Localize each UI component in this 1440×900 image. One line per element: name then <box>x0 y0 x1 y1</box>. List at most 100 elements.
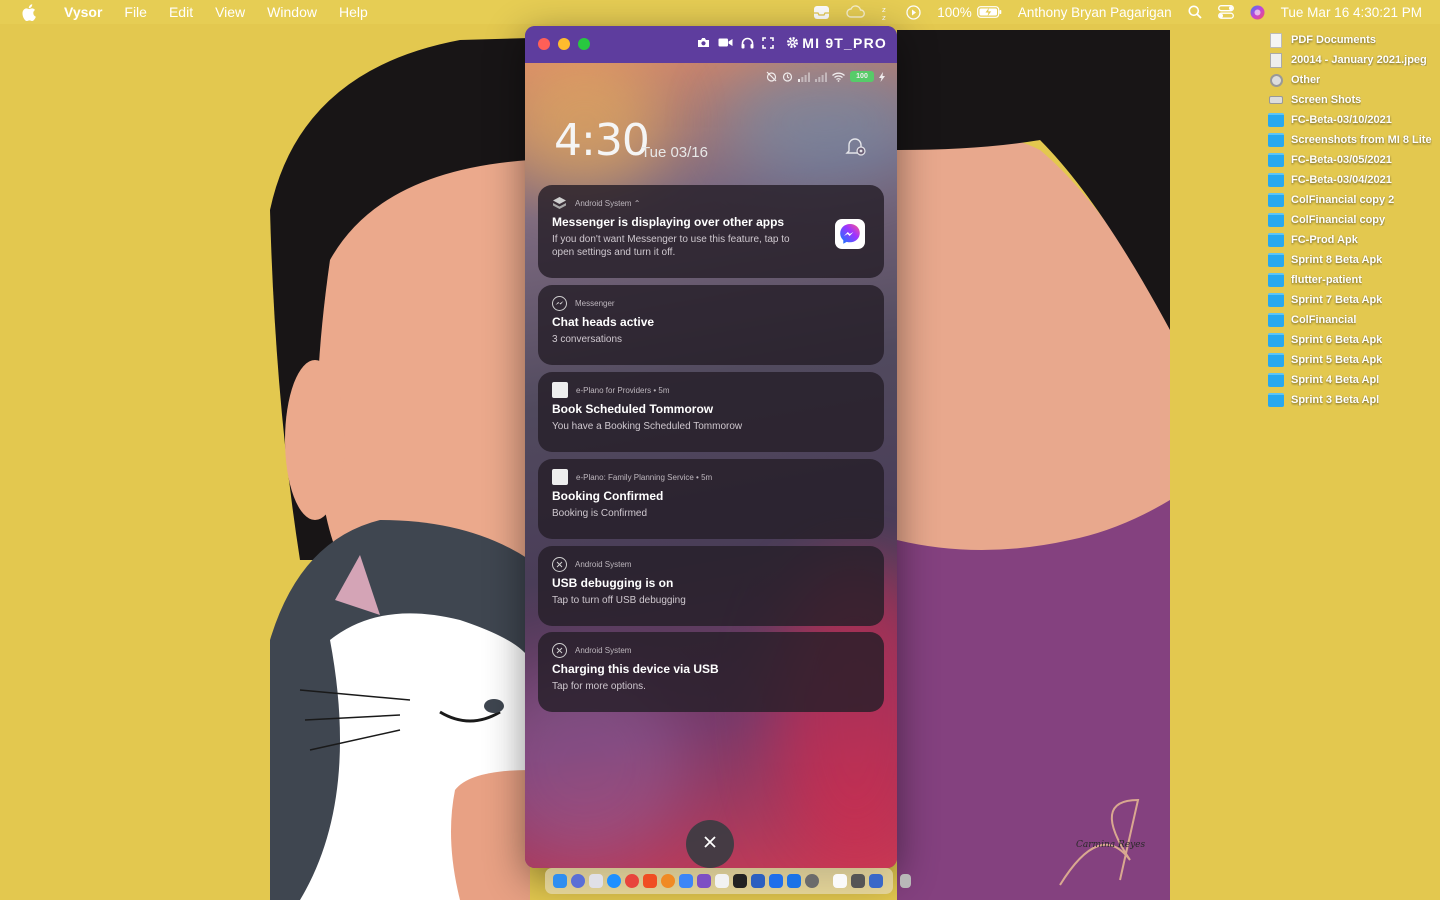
desktop-folder[interactable]: Sprint 6 Beta Apk <box>1268 330 1440 350</box>
menubar: Vysor File Edit View Window Help zz 100%… <box>0 0 1440 24</box>
desktop-item-pdf-documents[interactable]: PDF Documents <box>1268 30 1440 50</box>
folder-icon <box>1268 153 1284 167</box>
notification-card[interactable]: e-Plano: Family Planning Service • 5m Bo… <box>538 459 884 539</box>
dock-teams-icon[interactable] <box>787 874 801 888</box>
notification-title: Book Scheduled Tommorow <box>552 402 714 416</box>
lockscreen-date: Tue 03/16 <box>641 144 708 161</box>
notification-card[interactable]: Messenger Chat heads active 3 conversati… <box>538 285 884 365</box>
dock-viber-icon[interactable] <box>697 874 711 888</box>
desktop-folder[interactable]: Sprint 8 Beta Apk <box>1268 250 1440 270</box>
folder-icon <box>1268 133 1284 147</box>
desktop-icons: PDF Documents 20014 - January 2021.jpeg … <box>1268 30 1440 410</box>
battery-percent: 100% <box>937 4 972 20</box>
desktop-folder[interactable]: ColFinancial copy <box>1268 210 1440 230</box>
dock-downloads-icon[interactable] <box>869 874 883 888</box>
dock-brave-icon[interactable] <box>643 874 657 888</box>
vysor-titlebar[interactable]: MI 9T_PRO <box>525 26 897 63</box>
sleep-z-icon[interactable]: zz <box>882 3 890 21</box>
dock-launchpad-icon[interactable] <box>571 874 585 888</box>
desktop-folder[interactable]: Screenshots from MI 8 Lite <box>1268 130 1440 150</box>
apple-icon[interactable] <box>18 3 38 21</box>
dock-chrome-icon[interactable] <box>625 874 639 888</box>
notification-body: Tap for more options. <box>552 681 646 692</box>
zoom-window-button[interactable] <box>578 38 590 50</box>
desktop-folder[interactable]: FC-Beta-03/04/2021 <box>1268 170 1440 190</box>
dock-apps-grid-icon[interactable] <box>589 874 603 888</box>
notification-card[interactable]: e-Plano for Providers • 5m Book Schedule… <box>538 372 884 452</box>
menubar-clock[interactable]: Tue Mar 16 4:30:21 PM <box>1281 5 1422 20</box>
desktop-item-other[interactable]: Other <box>1268 70 1440 90</box>
desktop-folder[interactable]: Sprint 4 Beta Apl <box>1268 370 1440 390</box>
desktop-folder[interactable]: flutter-patient <box>1268 270 1440 290</box>
dock-notes-icon[interactable] <box>833 874 847 888</box>
dock-finder-icon[interactable] <box>553 874 567 888</box>
dock-slack-icon[interactable] <box>715 874 729 888</box>
folder-icon <box>1268 333 1284 347</box>
dock-swift-icon[interactable] <box>661 874 675 888</box>
spotlight-search-icon[interactable] <box>1188 5 1202 19</box>
desktop-folder[interactable]: Sprint 5 Beta Apk <box>1268 350 1440 370</box>
user-name-menu[interactable]: Anthony Bryan Pagarigan <box>1018 5 1172 20</box>
notification-card[interactable]: Android System USB debugging is on Tap t… <box>538 546 884 626</box>
siri-icon[interactable] <box>1250 5 1265 20</box>
desktop-folder[interactable]: Sprint 7 Beta Apk <box>1268 290 1440 310</box>
settings-gear-icon[interactable] <box>786 36 799 49</box>
notification-body: If you don't want Messenger to use this … <box>552 234 790 258</box>
cloud-sync-icon[interactable] <box>846 5 866 19</box>
menu-file[interactable]: File <box>124 4 147 20</box>
notification-body: 3 conversations <box>552 334 623 345</box>
control-center-icon[interactable] <box>1217 5 1234 19</box>
dock-trash-icon[interactable] <box>900 874 911 888</box>
folder-icon <box>1268 353 1284 367</box>
menu-view[interactable]: View <box>215 4 245 20</box>
headphones-icon[interactable] <box>741 37 754 49</box>
dock-terminal-icon[interactable] <box>733 874 747 888</box>
menu-edit[interactable]: Edit <box>169 4 193 20</box>
eplano-app-icon <box>552 469 568 485</box>
notification-body: Booking is Confirmed <box>552 508 648 519</box>
desktop-folder[interactable]: ColFinancial <box>1268 310 1440 330</box>
desktop-folder[interactable]: ColFinancial copy 2 <box>1268 190 1440 210</box>
menu-help[interactable]: Help <box>339 4 368 20</box>
image-file-icon <box>1270 52 1282 68</box>
dock-safari-icon[interactable] <box>607 874 621 888</box>
usb-debug-icon <box>552 556 567 572</box>
signal-strength-2-icon <box>815 72 827 82</box>
gear-icon <box>1270 73 1283 87</box>
dock-settings-icon[interactable] <box>805 874 819 888</box>
desktop-folder[interactable]: FC-Prod Apk <box>1268 230 1440 250</box>
desktop-item-jpeg-file[interactable]: 20014 - January 2021.jpeg <box>1268 50 1440 70</box>
folder-icon <box>1268 193 1284 207</box>
desktop-folder[interactable]: FC-Beta-03/05/2021 <box>1268 150 1440 170</box>
minimize-window-button[interactable] <box>558 38 570 50</box>
video-record-icon[interactable] <box>718 37 733 48</box>
inbox-tray-icon[interactable] <box>813 5 830 20</box>
desktop-folder[interactable]: FC-Beta-03/10/2021 <box>1268 110 1440 130</box>
menu-window[interactable]: Window <box>267 4 317 20</box>
wifi-icon <box>832 72 845 82</box>
dock-xcode-icon[interactable] <box>679 874 693 888</box>
lockscreen-time: 4:30 <box>554 115 650 166</box>
eplano-app-icon <box>552 382 568 398</box>
fullscreen-icon[interactable] <box>762 36 774 49</box>
alarm-off-icon <box>766 71 777 82</box>
close-window-button[interactable] <box>538 38 550 50</box>
battery-charging-icon[interactable] <box>976 6 1002 18</box>
notification-body: You have a Booking Scheduled Tommorow <box>552 421 743 432</box>
menu-app-vysor[interactable]: Vysor <box>64 4 102 20</box>
folder-icon <box>1268 173 1284 187</box>
clear-notifications-button[interactable] <box>686 820 734 868</box>
notification-settings-icon[interactable] <box>845 137 867 162</box>
notification-card[interactable]: Android System Charging this device via … <box>538 632 884 712</box>
desktop-folder[interactable]: Sprint 3 Beta Apl <box>1268 390 1440 410</box>
dock-word-icon[interactable] <box>751 874 765 888</box>
folder-icon <box>1268 293 1284 307</box>
dock-vscode-icon[interactable] <box>769 874 783 888</box>
desktop-item-screen-shots[interactable]: Screen Shots <box>1268 90 1440 110</box>
phone-screen[interactable]: 100 4:30 Tue 03/16 Android System ⌃ Mess… <box>525 63 897 868</box>
notification-card[interactable]: Android System ⌃ Messenger is displaying… <box>538 185 884 278</box>
charging-bolt-icon <box>879 71 885 82</box>
dock-android-icon[interactable] <box>851 874 865 888</box>
play-circle-icon[interactable] <box>906 4 921 20</box>
camera-icon[interactable] <box>697 37 710 48</box>
